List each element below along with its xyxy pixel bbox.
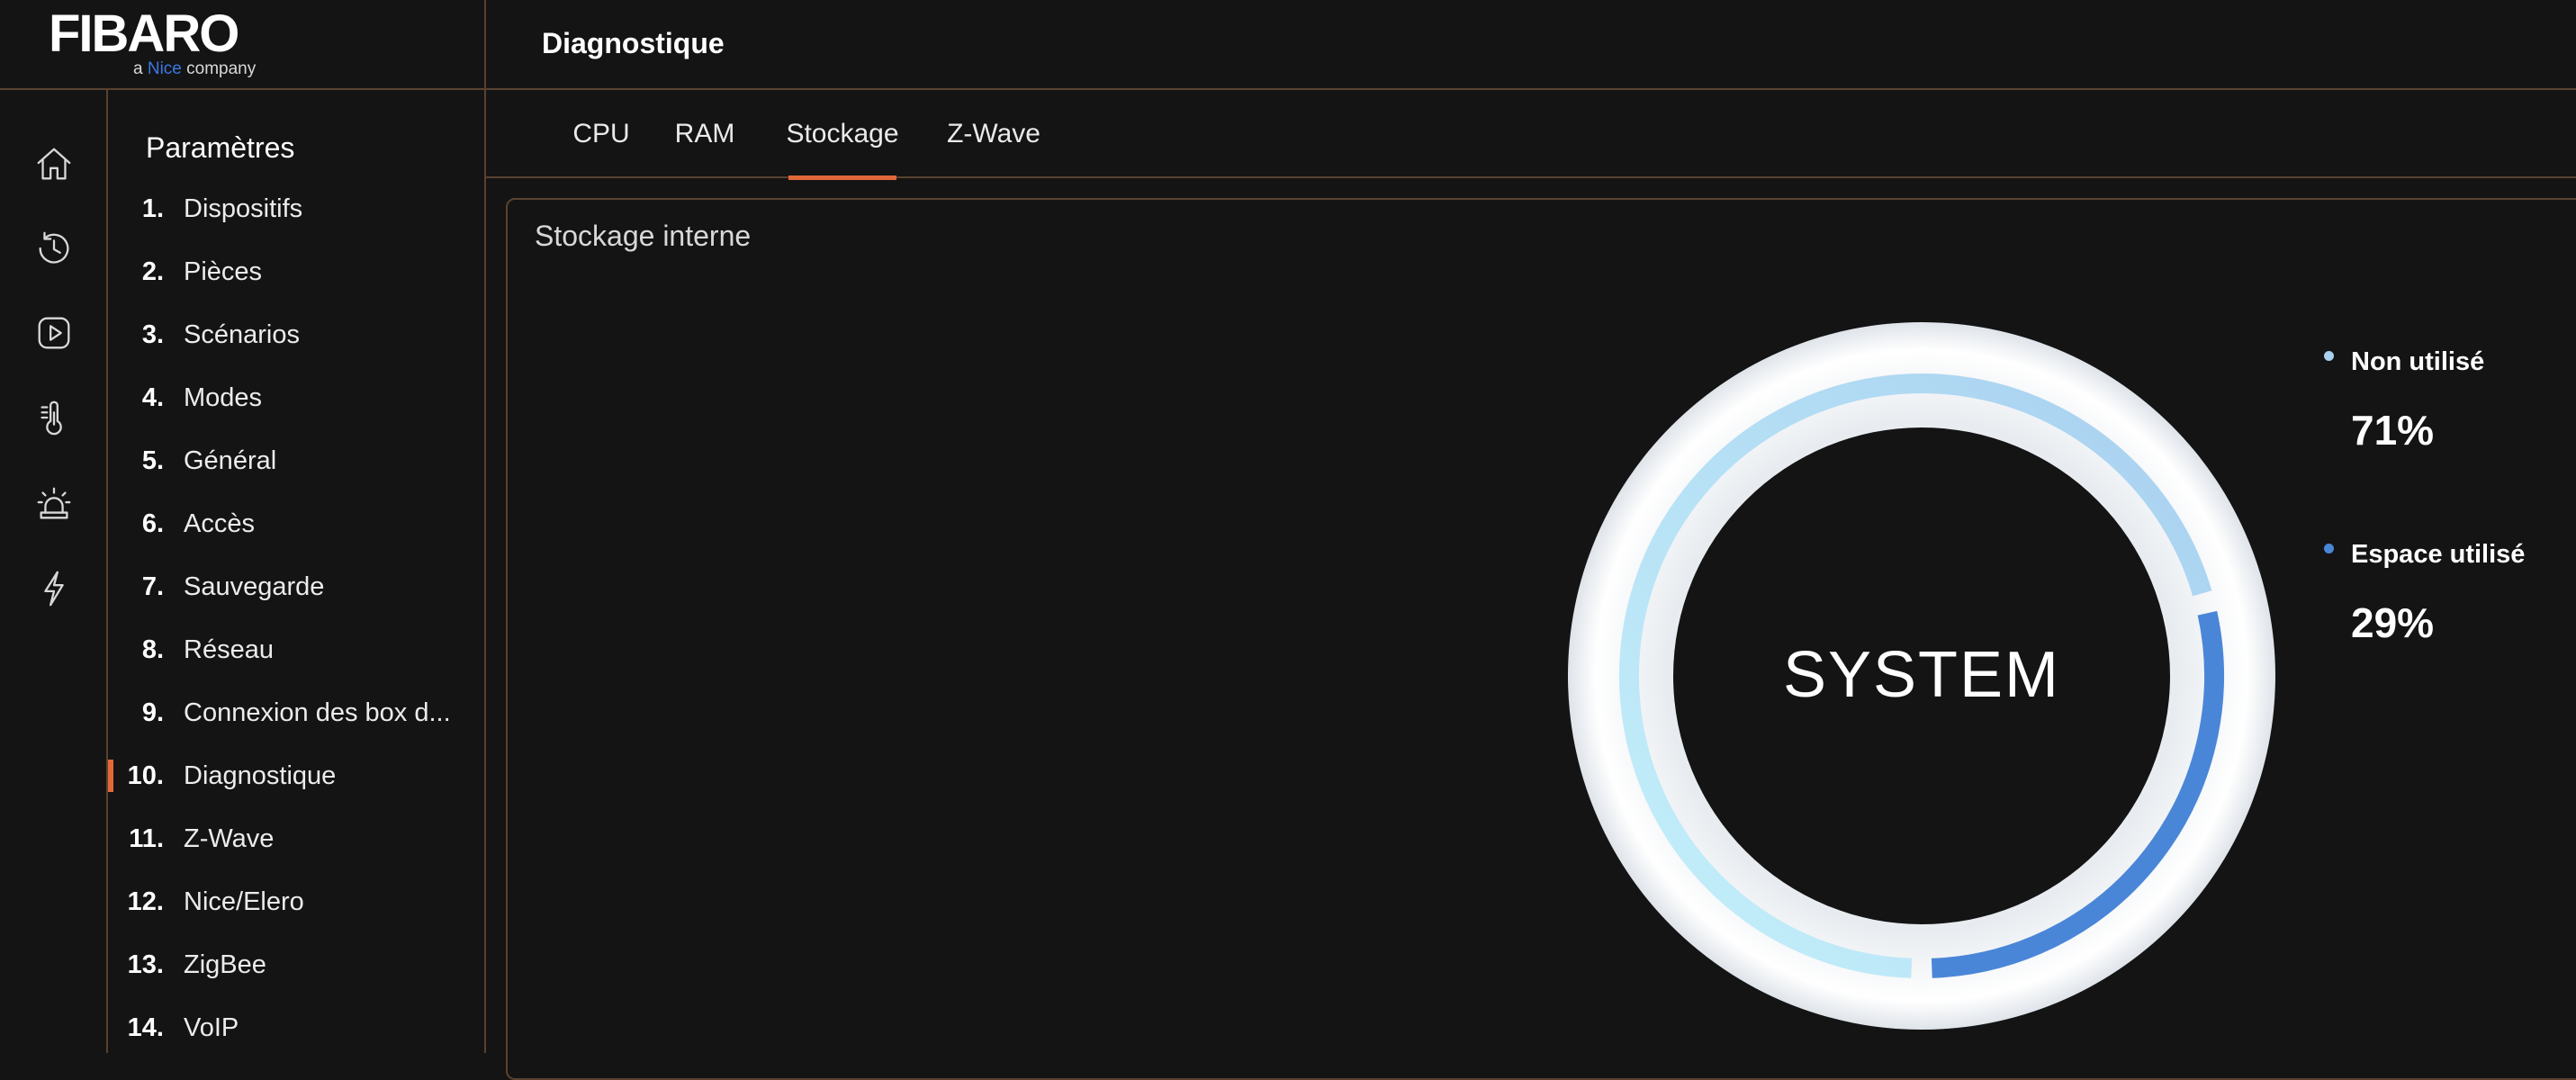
sidebar-item-label: Général	[184, 446, 277, 475]
sidebar-item-label: Scénarios	[184, 320, 300, 349]
sidebar-item-label: Sauvegarde	[184, 572, 325, 601]
legend-value-used: 29%	[2351, 599, 2435, 646]
settings-menu: Paramètres 1. Dispositifs 2. Pièces 3. Scénar…	[108, 90, 486, 1053]
sidebar-item-number: 7.	[141, 572, 164, 601]
logo-tagline-brand: Nice	[147, 59, 182, 78]
sidebar-item-r-seau[interactable]: 8. Réseau	[108, 625, 484, 675]
lightning-icon[interactable]	[31, 565, 77, 612]
tab-stockage[interactable]: Stockage	[786, 90, 899, 180]
sidebar-item-number: 14.	[127, 1012, 164, 1042]
donut-center-label: SYSTEM	[1782, 639, 2061, 711]
tab-label: CPU	[572, 119, 630, 148]
sidebar-item-label: Nice/Elero	[184, 886, 304, 916]
sidebar-item-sc-narios[interactable]: 3. Scénarios	[108, 310, 484, 360]
sidebar-item-voip[interactable]: 14. VoIP	[108, 1003, 484, 1053]
tab-z-wave[interactable]: Z-Wave	[947, 90, 1040, 178]
sidebar-item-number: 12.	[127, 886, 164, 916]
sidebar-item-g-n-ral[interactable]: 5. Général	[108, 436, 484, 486]
top-header: FIBARO a Nice company Diagnostique	[0, 0, 2576, 90]
sidebar-item-number: 8.	[141, 634, 164, 664]
diagnostic-tabs: CPU RAM Stockage Z-Wave	[486, 90, 2576, 180]
play-icon[interactable]	[31, 310, 77, 356]
sidebar-item-number: 9.	[141, 698, 164, 727]
sidebar-item-modes[interactable]: 4. Modes	[108, 373, 484, 423]
sidebar-item-label: Connexion des box d...	[184, 698, 451, 727]
card-title: Stockage interne	[535, 220, 752, 252]
settings-menu-title: Paramètres	[146, 131, 295, 164]
sidebar-item-label: Accès	[184, 508, 255, 538]
sidebar-item-number: 4.	[141, 382, 164, 412]
sidebar-item-label: Dispositifs	[184, 194, 303, 223]
sidebar-item-label: VoIP	[184, 1012, 239, 1042]
sidebar-item-diagnostique[interactable]: 10. Diagnostique	[108, 751, 484, 801]
history-clock-icon[interactable]	[31, 225, 77, 272]
sidebar-item-number: 10.	[127, 760, 164, 790]
tab-label: RAM	[674, 119, 735, 148]
legend-value-unused: 71%	[2351, 407, 2435, 454]
legend-label-unused: Non utilisé	[2351, 347, 2485, 376]
tab-ram[interactable]: RAM	[674, 90, 735, 178]
logo-wordmark: FIBARO	[49, 4, 239, 63]
page-title: Diagnostique	[542, 27, 725, 59]
sidebar-item-number: 13.	[127, 950, 164, 979]
legend-dot-used	[2324, 544, 2334, 554]
sidebar-item-label: Modes	[184, 382, 263, 412]
legend-label-used: Espace utilisé	[2351, 540, 2526, 569]
sidebar-item-pi-ces[interactable]: 2. Pièces	[108, 247, 484, 297]
logo-tagline-prefix: a	[133, 59, 143, 78]
sidebar-item-label: Diagnostique	[184, 760, 337, 790]
sidebar-item-sauvegarde[interactable]: 7. Sauvegarde	[108, 562, 484, 612]
sidebar-item-number: 11.	[129, 824, 164, 853]
tab-label: Stockage	[786, 119, 899, 148]
tab-cpu[interactable]: CPU	[571, 90, 632, 178]
sidebar-item-number: 2.	[141, 256, 164, 286]
sidebar-item-number: 6.	[141, 508, 164, 538]
sidebar-item-nice-elero[interactable]: 12. Nice/Elero	[108, 877, 484, 927]
sidebar-item-number: 5.	[141, 446, 164, 475]
sidebar-item-z-wave[interactable]: 11. Z-Wave	[108, 814, 484, 864]
sidebar-item-number: 3.	[141, 320, 164, 349]
tab-label: Z-Wave	[947, 119, 1040, 148]
fibaro-logo[interactable]: FIBARO a Nice company	[0, 0, 486, 90]
sidebar-item-zigbee[interactable]: 13. ZigBee	[108, 940, 484, 990]
legend-dot-unused	[2324, 351, 2334, 361]
sidebar-item-label: Z-Wave	[184, 824, 275, 853]
home-icon[interactable]	[31, 140, 77, 187]
sidebar-item-label: ZigBee	[184, 950, 266, 979]
alarm-siren-icon[interactable]	[31, 481, 77, 527]
thermometer-icon[interactable]	[31, 394, 77, 441]
sidebar-item-acc-s[interactable]: 6. Accès	[108, 499, 484, 549]
sidebar-item-connexion-des-box-d[interactable]: 9. Connexion des box d...	[108, 688, 484, 738]
logo-tagline-suffix: company	[186, 59, 257, 78]
sidebar-item-label: Pièces	[184, 256, 263, 286]
sidebar-item-number: 1.	[141, 194, 164, 223]
icon-rail	[0, 90, 108, 1053]
sidebar-item-label: Réseau	[184, 634, 274, 664]
logo-tagline: a Nice company	[133, 59, 256, 79]
active-indicator	[108, 760, 113, 792]
sidebar-item-dispositifs[interactable]: 1. Dispositifs	[108, 184, 484, 234]
